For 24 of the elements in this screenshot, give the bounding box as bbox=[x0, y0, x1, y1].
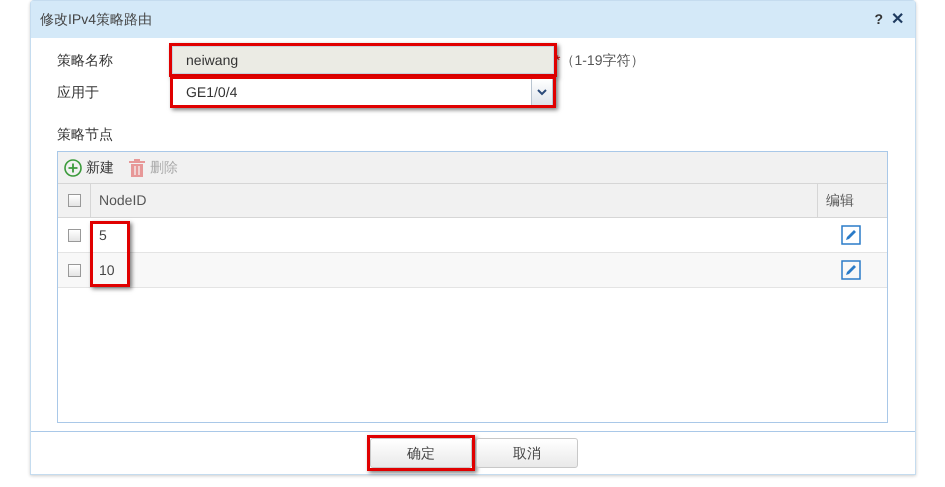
chevron-down-icon bbox=[537, 88, 547, 96]
dialog-button[interactable]: 取消 bbox=[476, 438, 578, 468]
table-cell-text: 10 bbox=[98, 260, 116, 280]
section-title: 策略节点 bbox=[57, 125, 114, 144]
table-cell-text: 5 bbox=[98, 226, 108, 244]
dialog-button[interactable]: 确定 bbox=[370, 438, 472, 468]
column-header: NodeID bbox=[98, 191, 148, 210]
close-button[interactable]: ✕ bbox=[891, 8, 904, 32]
pencil-icon bbox=[841, 260, 861, 280]
pencil-icon bbox=[841, 225, 861, 245]
plus-circle-icon bbox=[64, 158, 82, 176]
add-button[interactable]: 新建 bbox=[64, 157, 114, 178]
help-button[interactable]: ? bbox=[874, 9, 883, 30]
field-hint: （1-19字符） bbox=[560, 50, 644, 70]
checkbox[interactable] bbox=[68, 228, 81, 242]
interface-select[interactable]: GE1/0/4 bbox=[172, 78, 554, 106]
checkbox[interactable] bbox=[68, 194, 80, 207]
checkbox[interactable] bbox=[68, 264, 81, 276]
field-label: 策略名称 bbox=[57, 50, 114, 70]
field-label: 应用于 bbox=[57, 82, 100, 102]
dropdown-button[interactable] bbox=[531, 78, 553, 106]
window-title: 修改IPv4策略路由 bbox=[40, 10, 152, 29]
trash-icon bbox=[128, 158, 146, 178]
column-header: 编辑 bbox=[817, 184, 885, 217]
